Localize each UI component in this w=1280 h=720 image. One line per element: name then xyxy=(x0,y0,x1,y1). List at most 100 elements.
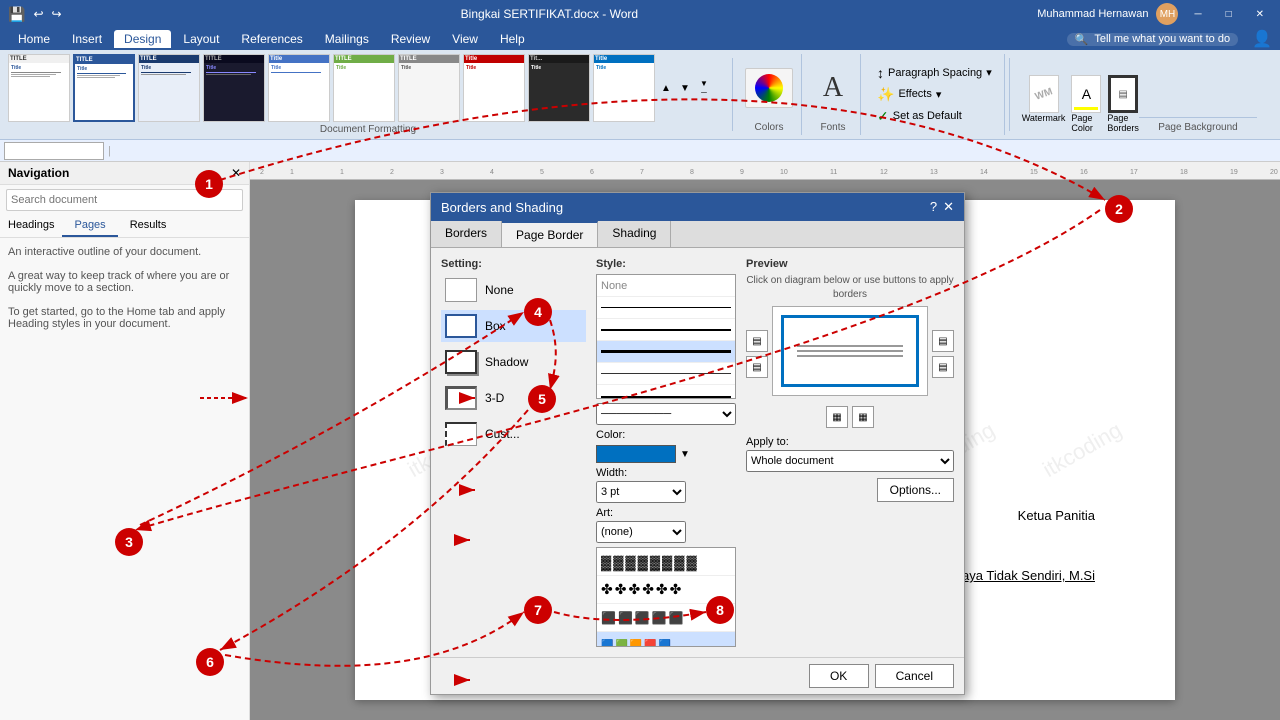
themes-scroll-up[interactable]: ▲ xyxy=(658,54,674,122)
minimize-button[interactable]: ─ xyxy=(1186,7,1209,22)
share-icon[interactable]: 👤 xyxy=(1252,29,1272,49)
theme-item-0[interactable]: TITLE Title xyxy=(8,54,70,122)
ok-button[interactable]: OK xyxy=(809,664,869,688)
themes-scroll-down[interactable]: ▼ xyxy=(677,54,693,122)
art-item-2[interactable]: ⬛⬛⬛⬛⬛ xyxy=(597,604,735,632)
style-item-3[interactable] xyxy=(597,341,735,363)
style-item-2[interactable] xyxy=(597,319,735,341)
menu-design[interactable]: Design xyxy=(114,30,171,48)
preview-box xyxy=(772,306,928,396)
menu-references[interactable]: References xyxy=(231,30,312,48)
theme-item-1[interactable]: TITLE Title xyxy=(73,54,135,122)
style-item-4[interactable] xyxy=(597,363,735,385)
themes-list: TITLE Title TITLE Title xyxy=(8,54,728,122)
svg-text:4: 4 xyxy=(490,169,494,176)
dialog-tab-shading[interactable]: Shading xyxy=(598,221,671,247)
preview-main: ▤ ▤ xyxy=(746,306,954,402)
width-label: Width: xyxy=(596,467,736,479)
effects-button[interactable]: ✨ Effects ▾ xyxy=(873,85,996,104)
page-borders-item[interactable]: ▤ Page Borders xyxy=(1107,75,1139,133)
theme-item-9[interactable]: Title Title xyxy=(593,54,655,122)
setting-box[interactable]: Box xyxy=(441,310,586,342)
options-button[interactable]: Options... xyxy=(877,478,954,502)
style-item-1[interactable] xyxy=(597,297,735,319)
style-item-none[interactable]: None xyxy=(597,275,735,297)
nav-content: An interactive outline of your document.… xyxy=(0,238,249,720)
setting-none[interactable]: None xyxy=(441,274,586,306)
nav-tab-pages[interactable]: Pages xyxy=(62,215,117,237)
width-select[interactable]: 3 pt xyxy=(596,481,686,503)
color-dropdown-arrow[interactable]: ▼ xyxy=(680,449,690,460)
nav-header: Navigation ✕ xyxy=(0,162,249,185)
main-area: Navigation ✕ Headings Pages Results An i… xyxy=(0,162,1280,720)
page-background-icons: WM Watermark A Page Color ▤ Page Borders xyxy=(1022,75,1139,133)
maximize-button[interactable]: □ xyxy=(1218,7,1240,22)
colors-button[interactable] xyxy=(745,68,793,108)
art-input-row: (none) xyxy=(596,521,736,543)
setting-custom[interactable]: Cust... xyxy=(441,418,586,450)
redo-icon[interactable]: ↪ xyxy=(52,7,62,21)
color-swatch[interactable] xyxy=(596,445,676,463)
setting-shadow[interactable]: Shadow xyxy=(441,346,586,378)
paragraph-spacing-button[interactable]: ↕ Paragraph Spacing ▾ xyxy=(873,64,996,82)
preview-btn-middle[interactable]: ▤ xyxy=(746,356,768,378)
svg-text:18: 18 xyxy=(1180,169,1188,176)
undo-icon[interactable]: ↩ xyxy=(33,7,43,21)
ribbon: TITLE Title TITLE Title xyxy=(0,50,1280,140)
setting-none-label: None xyxy=(485,283,514,297)
page-color-item[interactable]: A Page Color xyxy=(1071,75,1101,133)
title-bar: 💾 ↩ ↪ Bingkai SERTIFIKAT.docx - Word Muh… xyxy=(0,0,1280,28)
set-as-default-button[interactable]: ✓ Set as Default xyxy=(873,107,996,126)
effects-label: Effects xyxy=(898,88,931,100)
art-item-3[interactable]: 🟦🟩🟧🟥🟦 xyxy=(597,632,735,647)
theme-item-6[interactable]: TITLE Title xyxy=(398,54,460,122)
nav-title: Navigation xyxy=(8,166,69,180)
theme-item-4[interactable]: Title Title xyxy=(268,54,330,122)
dialog-tab-page-border[interactable]: Page Border xyxy=(502,221,598,247)
nav-tab-results[interactable]: Results xyxy=(118,215,179,237)
theme-item-2[interactable]: TITLE Title xyxy=(138,54,200,122)
menu-mailings[interactable]: Mailings xyxy=(315,30,379,48)
menu-view[interactable]: View xyxy=(442,30,488,48)
theme-item-8[interactable]: Tit... Title xyxy=(528,54,590,122)
theme-item-5[interactable]: TITLE Title xyxy=(333,54,395,122)
preview-btn-right-bottom[interactable]: ▤ xyxy=(932,356,954,378)
preview-btn-right-top[interactable]: ▤ xyxy=(932,330,954,352)
fonts-icon[interactable]: A xyxy=(823,74,843,102)
style-item-5[interactable] xyxy=(597,385,735,399)
art-item-0[interactable]: ▓▓▓▓▓▓▓▓ xyxy=(597,548,735,576)
menu-layout[interactable]: Layout xyxy=(173,30,229,48)
style-list[interactable]: None xyxy=(596,274,736,399)
theme-item-7[interactable]: Title Title xyxy=(463,54,525,122)
tell-me-label[interactable]: Tell me what you want to do xyxy=(1094,33,1230,45)
nav-tab-headings[interactable]: Headings xyxy=(0,215,62,237)
title-bar-right: Muhammad Hernawan MH ─ □ ✕ xyxy=(1037,3,1272,25)
doc-scroll-area[interactable]: itkcoding itkcoding itkcoding itkcoding … xyxy=(250,180,1280,720)
art-select[interactable]: (none) xyxy=(596,521,686,543)
style-dropdown[interactable]: ───────── xyxy=(596,403,736,425)
art-list[interactable]: ▓▓▓▓▓▓▓▓ ✤✤✤✤✤✤ ⬛⬛⬛⬛⬛ 🟦🟩 xyxy=(596,547,736,647)
nav-search-input[interactable] xyxy=(6,189,243,211)
dialog-help-icon[interactable]: ? xyxy=(930,199,937,215)
preview-bottom-buttons: ▦ ▦ xyxy=(746,406,954,428)
themes-more[interactable]: ▼─ xyxy=(696,54,712,122)
watermark-item[interactable]: WM Watermark xyxy=(1022,75,1066,133)
theme-item-3[interactable]: TITLE Title xyxy=(203,54,265,122)
cancel-button[interactable]: Cancel xyxy=(875,664,954,688)
menu-home[interactable]: Home xyxy=(8,30,60,48)
menu-review[interactable]: Review xyxy=(381,30,440,48)
preview-btn-top[interactable]: ▤ xyxy=(746,330,768,352)
apply-to-select[interactable]: Whole document xyxy=(746,450,954,472)
name-box[interactable] xyxy=(4,142,104,160)
close-button[interactable]: ✕ xyxy=(1248,7,1272,22)
art-item-1[interactable]: ✤✤✤✤✤✤ xyxy=(597,576,735,604)
setting-3d[interactable]: 3-D xyxy=(441,382,586,414)
dialog-close-icon[interactable]: ✕ xyxy=(943,199,954,215)
svg-text:17: 17 xyxy=(1130,169,1138,176)
dialog-tab-borders[interactable]: Borders xyxy=(431,221,502,247)
nav-close-icon[interactable]: ✕ xyxy=(231,166,241,180)
preview-btn-bottom-left[interactable]: ▦ xyxy=(826,406,848,428)
preview-btn-bottom-right[interactable]: ▦ xyxy=(852,406,874,428)
menu-insert[interactable]: Insert xyxy=(62,30,112,48)
menu-help[interactable]: Help xyxy=(490,30,535,48)
